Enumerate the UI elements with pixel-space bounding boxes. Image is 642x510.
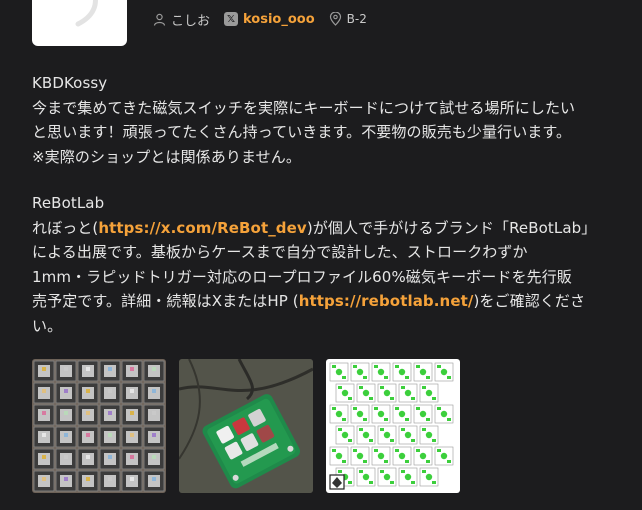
photo-thumbnail-keyboard-layout[interactable] [326,359,460,493]
avatar [32,0,127,46]
macropad-image [179,359,313,493]
photo-thumbnail-macropad[interactable] [179,359,313,493]
section-line: 売予定です。詳細・続報はXまたはHP (https://rebotlab.net… [32,289,607,314]
photo-thumbnail-switches[interactable] [32,359,166,493]
keyboard-layout-image [326,359,460,493]
section-title: ReBotLab [32,194,105,212]
section-line: と思います！頑張ってたくさん持っていきます。不要物の販売も少量行います。 [32,123,572,141]
shop-entry: こしお 𝕏 kosio_ooo B-2 KBDKossy 今まで集めてきた磁気ス… [0,0,642,510]
section-kbdkossy: KBDKossy 今まで集めてきた磁気スイッチを実際にキーボードにつけて試せる場… [32,71,607,169]
user-icon [153,13,166,26]
website-link[interactable]: https://rebotlab.net/ [299,292,474,310]
section-line: ※実際のショップとは関係ありません。 [32,147,301,166]
section-line: れぼっと(https://x.com/ReBot_dev)が個人で手がけるブラン… [32,216,607,241]
logo-mark-icon [75,0,98,27]
x-handle-link[interactable]: kosio_ooo [243,12,315,27]
booth-number: B-2 [346,12,367,26]
x-profile-link[interactable]: https://x.com/ReBot_dev [98,219,306,237]
x-logo-icon: 𝕏 [224,12,239,26]
bot-logo-icon [329,474,345,490]
text-fragment: れぼっと( [32,218,99,237]
switch-collection-image [32,359,166,493]
text-fragment: )をご確認くださ [473,292,586,310]
vendor-name: こしお [171,13,211,29]
section-title: KBDKossy [32,74,108,92]
text-fragment: 売予定です。詳細・続報はXまたはHP ( [32,292,299,310]
section-line: 1mm・ラピッドトリガー対応のロープロファイル60%磁気キーボードを先行販 [32,267,572,286]
section-line: い。 [32,316,63,335]
section-line: 今まで集めてきた磁気スイッチを実際にキーボードにつけて試せる場所にしたい [32,98,576,117]
section-line: による出展です。基板からケースまで自分で設計した、ストロークわずか [32,243,528,261]
booth-item: B-2 [329,12,367,26]
location-pin-icon [329,12,341,26]
section-rebotlab: ReBotLab れぼっと(https://x.com/ReBot_dev)が個… [32,191,607,338]
x-account-item[interactable]: 𝕏 kosio_ooo [224,12,315,27]
vendor-name-item: こしお [153,10,210,29]
vendor-meta: こしお 𝕏 kosio_ooo B-2 [153,9,381,29]
text-fragment: )が個人で手がけるブランド「ReBotLab」 [306,218,597,237]
photo-gallery [32,359,460,493]
